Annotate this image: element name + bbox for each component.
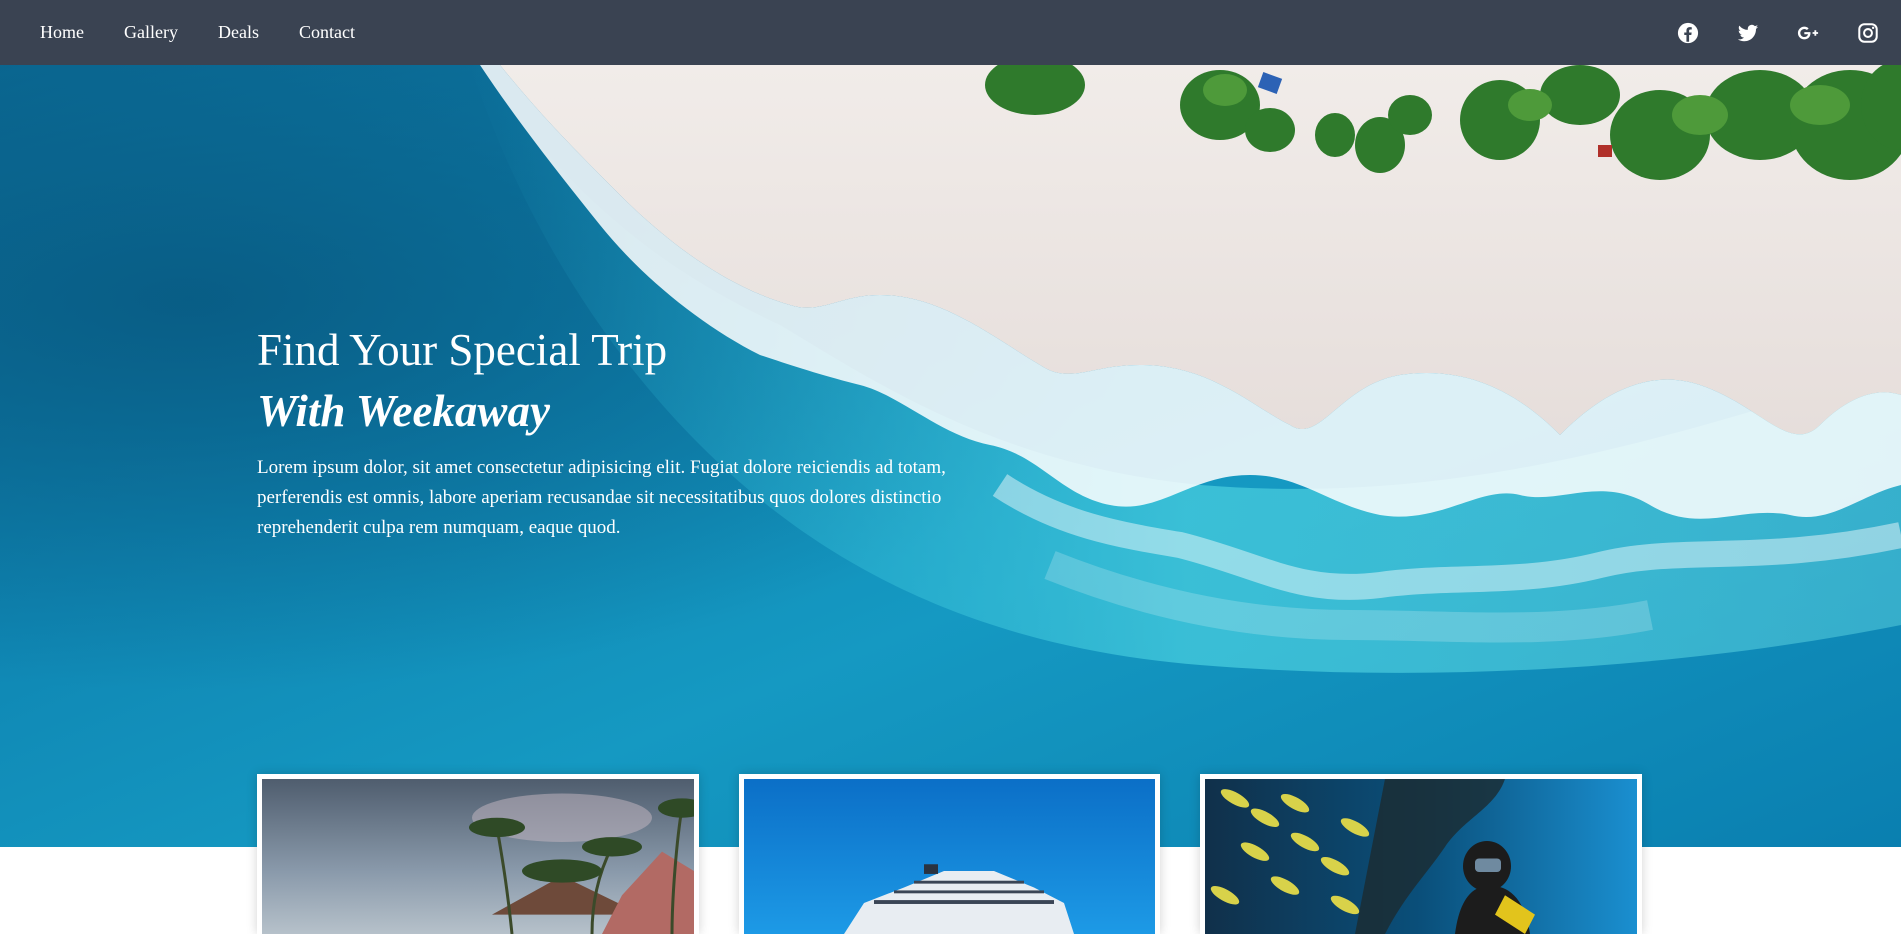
tropical-resort-photo	[262, 779, 694, 934]
hero-description: Lorem ipsum dolor, sit amet consectetur …	[257, 457, 946, 539]
google-plus-icon[interactable]	[1797, 22, 1819, 44]
twitter-icon[interactable]	[1737, 22, 1759, 44]
nav-link-gallery[interactable]: Gallery	[124, 22, 178, 43]
hero-title: Find Your Special Trip	[257, 325, 668, 375]
instagram-icon[interactable]	[1857, 22, 1879, 44]
scuba-diver-photo	[1205, 779, 1637, 934]
social-links	[1639, 0, 1901, 65]
nav-links: Home Gallery Deals Contact	[40, 0, 395, 65]
nav-link-contact[interactable]: Contact	[299, 22, 355, 43]
hero-subtitle: With Weekaway	[257, 386, 550, 436]
facebook-icon[interactable]	[1677, 22, 1699, 44]
deal-card-cruise[interactable]	[739, 774, 1160, 934]
cruise-ship-photo	[744, 779, 1155, 934]
deal-card-resort[interactable]	[257, 774, 699, 934]
hero-banner: Find Your Special Trip With Weekaway Lor…	[0, 65, 1901, 847]
navbar: Home Gallery Deals Contact	[0, 0, 1901, 65]
deal-card-diving[interactable]	[1200, 774, 1642, 934]
nav-link-home[interactable]: Home	[40, 22, 84, 43]
nav-link-deals[interactable]: Deals	[218, 22, 259, 43]
hero-content: Find Your Special Trip With Weekaway Lor…	[257, 323, 1017, 543]
